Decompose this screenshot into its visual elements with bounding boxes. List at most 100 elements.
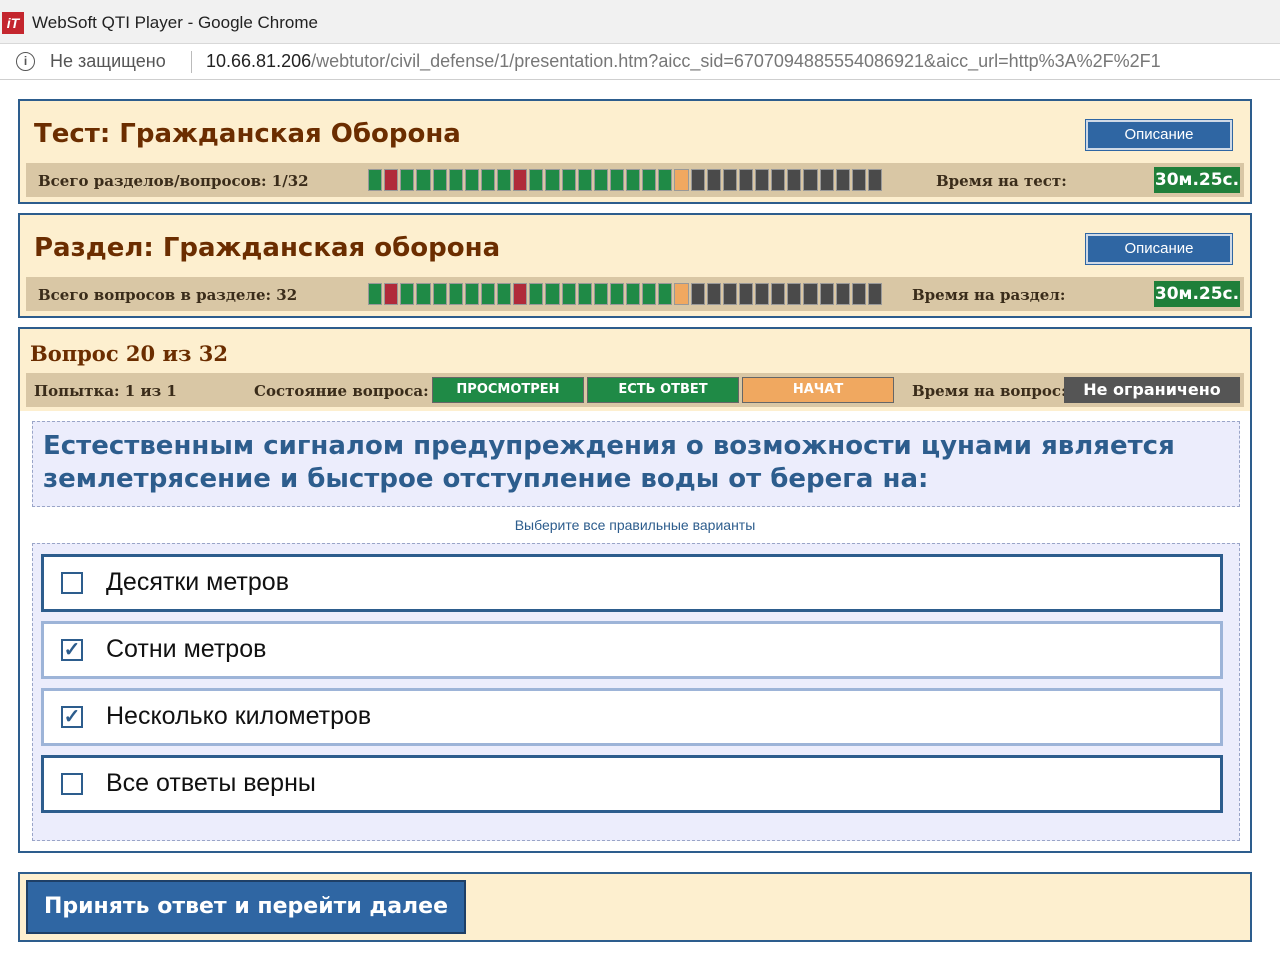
- progress-segment[interactable]: [787, 283, 802, 305]
- progress-segment[interactable]: [416, 283, 431, 305]
- status-started-badge: НАЧАТ: [742, 377, 894, 403]
- progress-segment[interactable]: [755, 169, 770, 191]
- progress-segment[interactable]: [400, 169, 415, 191]
- progress-segment[interactable]: [674, 283, 689, 305]
- question-time-label: Время на вопрос:: [912, 382, 1067, 400]
- section-stat-bar: Всего вопросов в разделе: 32 Время на ра…: [26, 277, 1244, 311]
- question-header: Вопрос 20 из 32 Попытка: 1 из 1 Состояни…: [20, 329, 1250, 411]
- progress-segment[interactable]: [771, 283, 786, 305]
- progress-segment[interactable]: [368, 283, 383, 305]
- section-progress-bar: [368, 283, 882, 305]
- progress-segment[interactable]: [835, 169, 850, 191]
- progress-segment[interactable]: [480, 283, 495, 305]
- progress-segment[interactable]: [706, 283, 721, 305]
- answer-choice[interactable]: Десятки метров: [41, 554, 1223, 612]
- progress-segment[interactable]: [448, 169, 463, 191]
- progress-segment[interactable]: [626, 169, 641, 191]
- progress-segment[interactable]: [835, 283, 850, 305]
- test-timer: 30м.25с.: [1154, 167, 1240, 193]
- question-panel: Вопрос 20 из 32 Попытка: 1 из 1 Состояни…: [18, 327, 1252, 853]
- checkbox-icon[interactable]: ✓: [61, 639, 83, 661]
- progress-segment[interactable]: [497, 283, 512, 305]
- answer-choices: Десятки метров ✓ Сотни метров ✓ Нескольк…: [32, 543, 1240, 841]
- progress-segment[interactable]: [593, 169, 608, 191]
- answer-label[interactable]: Сотни метров: [106, 635, 266, 664]
- progress-segment[interactable]: [803, 283, 818, 305]
- section-description-button[interactable]: Описание: [1086, 234, 1232, 264]
- progress-segment[interactable]: [738, 283, 753, 305]
- progress-segment[interactable]: [771, 169, 786, 191]
- answer-choice[interactable]: ✓ Сотни метров: [41, 621, 1223, 679]
- progress-segment[interactable]: [803, 169, 818, 191]
- app-logo-icon: iT: [2, 12, 24, 34]
- progress-segment[interactable]: [448, 283, 463, 305]
- progress-segment[interactable]: [706, 169, 721, 191]
- question-text: Естественным сигналом предупреждения о в…: [32, 421, 1240, 507]
- progress-segment[interactable]: [867, 169, 882, 191]
- section-panel: Раздел: Гражданская оборона Описание Все…: [18, 213, 1252, 318]
- progress-segment[interactable]: [690, 169, 705, 191]
- progress-segment[interactable]: [819, 169, 834, 191]
- address-bar[interactable]: i Не защищено 10.66.81.206/webtutor/civi…: [0, 44, 1280, 80]
- test-progress-label: Всего разделов/вопросов: 1/32: [38, 172, 309, 190]
- question-state-label: Состояние вопроса:: [254, 382, 429, 400]
- progress-segment[interactable]: [561, 169, 576, 191]
- progress-segment[interactable]: [642, 169, 657, 191]
- progress-segment[interactable]: [851, 283, 866, 305]
- progress-segment[interactable]: [545, 283, 560, 305]
- progress-segment[interactable]: [722, 169, 737, 191]
- checkbox-icon[interactable]: ✓: [61, 706, 83, 728]
- progress-segment[interactable]: [384, 169, 399, 191]
- info-icon[interactable]: i: [16, 52, 35, 71]
- progress-segment[interactable]: [432, 169, 447, 191]
- progress-segment[interactable]: [529, 283, 544, 305]
- progress-segment[interactable]: [609, 283, 624, 305]
- progress-segment[interactable]: [513, 169, 528, 191]
- progress-segment[interactable]: [432, 283, 447, 305]
- progress-segment[interactable]: [738, 169, 753, 191]
- progress-segment[interactable]: [658, 283, 673, 305]
- progress-segment[interactable]: [819, 283, 834, 305]
- test-progress-bar: [368, 169, 882, 191]
- progress-segment[interactable]: [787, 169, 802, 191]
- progress-segment[interactable]: [658, 169, 673, 191]
- progress-segment[interactable]: [722, 283, 737, 305]
- progress-segment[interactable]: [642, 283, 657, 305]
- progress-segment[interactable]: [690, 283, 705, 305]
- progress-segment[interactable]: [416, 169, 431, 191]
- progress-segment[interactable]: [851, 169, 866, 191]
- progress-segment[interactable]: [464, 169, 479, 191]
- answer-choice[interactable]: Все ответы верны: [41, 755, 1223, 813]
- submit-answer-button[interactable]: Принять ответ и перейти далее: [26, 880, 466, 934]
- progress-segment[interactable]: [867, 283, 882, 305]
- test-description-button[interactable]: Описание: [1086, 120, 1232, 150]
- security-status[interactable]: Не защищено: [50, 51, 166, 72]
- answer-choice[interactable]: ✓ Несколько километров: [41, 688, 1223, 746]
- progress-segment[interactable]: [674, 169, 689, 191]
- instruction-hint: Выберите все правильные варианты: [514, 517, 756, 533]
- progress-segment[interactable]: [400, 283, 415, 305]
- progress-segment[interactable]: [497, 169, 512, 191]
- progress-segment[interactable]: [480, 169, 495, 191]
- progress-segment[interactable]: [368, 169, 383, 191]
- progress-segment[interactable]: [593, 283, 608, 305]
- answer-label[interactable]: Все ответы верны: [106, 769, 316, 798]
- progress-segment[interactable]: [609, 169, 624, 191]
- answer-label[interactable]: Несколько километров: [106, 702, 371, 731]
- progress-segment[interactable]: [755, 283, 770, 305]
- progress-segment[interactable]: [561, 283, 576, 305]
- address-divider: [191, 51, 192, 73]
- question-stat-bar: Попытка: 1 из 1 Состояние вопроса: ПРОСМ…: [26, 373, 1244, 407]
- progress-segment[interactable]: [384, 283, 399, 305]
- answer-label[interactable]: Десятки метров: [106, 568, 289, 597]
- url-text[interactable]: 10.66.81.206/webtutor/civil_defense/1/pr…: [206, 51, 1280, 72]
- progress-segment[interactable]: [577, 169, 592, 191]
- progress-segment[interactable]: [513, 283, 528, 305]
- progress-segment[interactable]: [545, 169, 560, 191]
- progress-segment[interactable]: [464, 283, 479, 305]
- checkbox-icon[interactable]: [61, 773, 83, 795]
- progress-segment[interactable]: [577, 283, 592, 305]
- progress-segment[interactable]: [529, 169, 544, 191]
- checkbox-icon[interactable]: [61, 572, 83, 594]
- progress-segment[interactable]: [626, 283, 641, 305]
